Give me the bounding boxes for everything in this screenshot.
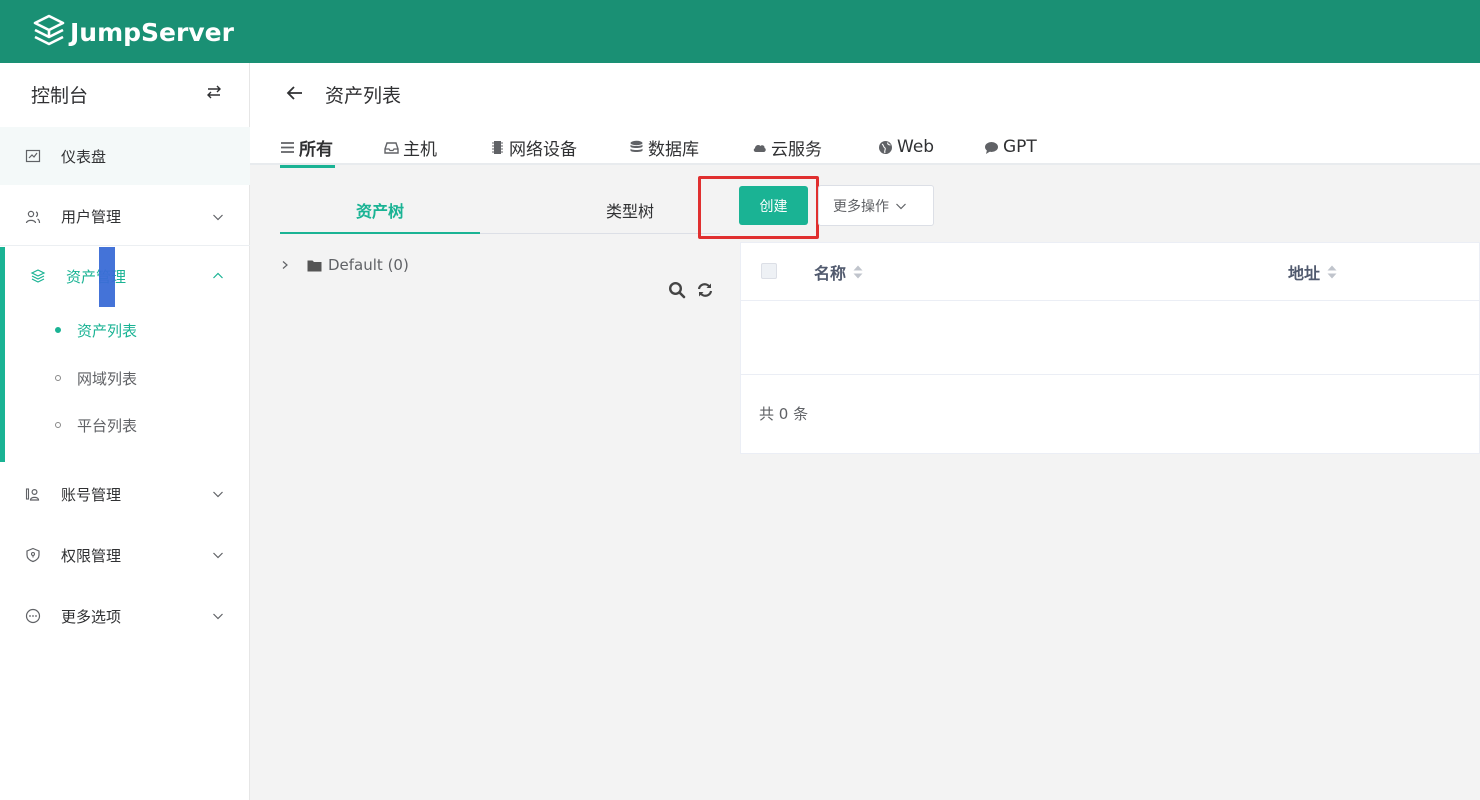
back-arrow-icon[interactable]	[285, 83, 305, 103]
chevron-right-icon[interactable]	[280, 260, 290, 270]
sidebar-subitem-domain-list[interactable]: 网域列表	[5, 355, 250, 401]
sort-icon[interactable]	[852, 264, 864, 280]
sidebar-subitem-label: 资产列表	[77, 321, 138, 340]
network-device-icon	[492, 140, 503, 154]
tree-tabs: 资产树 类型树	[280, 186, 720, 234]
tab-label: 云服务	[771, 139, 822, 160]
tab-label: GPT	[1003, 137, 1037, 157]
sidebar-item-label: 资产管理	[66, 267, 127, 286]
column-header-address[interactable]: 地址	[1288, 260, 1338, 284]
tab-cloud[interactable]: 云服务	[752, 129, 822, 165]
top-bar: JumpServer	[0, 0, 1480, 63]
sidebar-item-assets[interactable]: 资产管理	[0, 247, 250, 307]
jumpserver-logo-icon	[33, 14, 65, 46]
sidebar-subitem-label: 网域列表	[77, 369, 138, 388]
sidebar: 控制台 仪表盘 用户管理 资产管理 资产列表 网域列表 平台列表 账号管理 权限…	[0, 63, 250, 800]
tab-host[interactable]: 主机	[384, 129, 437, 165]
shield-icon	[26, 547, 40, 563]
column-header-label: 地址	[1288, 264, 1321, 283]
sidebar-item-label: 仪表盘	[61, 147, 107, 166]
asset-management-group: 资产管理 资产列表 网域列表 平台列表	[0, 247, 250, 462]
page-title: 资产列表	[325, 85, 402, 107]
tab-all[interactable]: 所有	[280, 129, 333, 165]
table-total-count: 共 0 条	[759, 405, 809, 423]
bullet-icon	[55, 422, 61, 428]
chevron-down-icon	[213, 552, 223, 559]
column-header-name[interactable]: 名称	[814, 260, 864, 284]
cloud-icon	[753, 144, 766, 152]
list-icon	[281, 141, 294, 153]
chevron-up-icon	[213, 272, 223, 279]
bullet-icon	[55, 327, 61, 333]
sidebar-item-users[interactable]: 用户管理	[0, 188, 250, 246]
logo-text: JumpServer	[70, 17, 234, 47]
tab-label: Web	[897, 137, 935, 157]
tab-label: 数据库	[648, 139, 699, 160]
sort-icon[interactable]	[1326, 264, 1338, 280]
chat-icon	[985, 141, 998, 154]
tab-web[interactable]: Web	[878, 129, 934, 165]
refresh-icon[interactable]	[696, 281, 714, 299]
highlight-box	[698, 176, 819, 239]
sidebar-item-label: 账号管理	[61, 485, 122, 504]
search-icon[interactable]	[668, 281, 686, 299]
more-actions-label: 更多操作	[833, 198, 889, 215]
sidebar-item-dashboard[interactable]: 仪表盘	[0, 127, 250, 185]
layers-icon	[30, 269, 46, 283]
table-body-empty	[741, 301, 1480, 375]
tree-node-label: Default (0)	[328, 256, 409, 274]
sidebar-item-permissions[interactable]: 权限管理	[0, 526, 250, 584]
sidebar-subitem-platform-list[interactable]: 平台列表	[5, 402, 250, 448]
asset-table: 名称 地址 共 0 条	[740, 242, 1480, 454]
more-actions-dropdown[interactable]: 更多操作	[818, 185, 934, 226]
text-cursor-marker	[99, 247, 115, 307]
chevron-down-icon	[213, 613, 223, 620]
folder-icon	[307, 260, 322, 271]
sidebar-subitem-label: 平台列表	[77, 416, 138, 435]
active-tab-indicator	[280, 165, 335, 168]
column-header-label: 名称	[814, 264, 847, 283]
console-title: 控制台	[31, 85, 89, 107]
tab-asset-tree[interactable]: 资产树	[280, 186, 480, 234]
page-header: 资产列表 所有 主机 网络设备 数据库 云服务 Web GPT	[250, 63, 1480, 168]
users-icon	[25, 210, 41, 223]
tab-label: 主机	[403, 139, 437, 160]
chevron-down-icon	[213, 214, 223, 220]
sidebar-item-accounts[interactable]: 账号管理	[0, 465, 250, 523]
host-icon	[384, 141, 399, 154]
sidebar-item-label: 用户管理	[61, 208, 122, 226]
chevron-down-icon	[896, 203, 906, 209]
sidebar-item-label: 权限管理	[61, 546, 122, 565]
database-icon	[630, 140, 643, 152]
tab-label: 网络设备	[509, 139, 577, 160]
tab-label: 所有	[299, 139, 333, 160]
select-all-checkbox[interactable]	[761, 263, 777, 279]
tab-network-device[interactable]: 网络设备	[490, 129, 577, 165]
sidebar-subitem-asset-list[interactable]: 资产列表	[5, 307, 250, 353]
switch-icon[interactable]	[206, 84, 222, 100]
bullet-icon	[55, 375, 61, 381]
sidebar-item-more[interactable]: 更多选项	[0, 587, 250, 645]
globe-icon	[879, 140, 892, 154]
chevron-down-icon	[213, 491, 223, 498]
table-header: 名称 地址	[741, 243, 1480, 301]
tab-gpt[interactable]: GPT	[984, 129, 1037, 165]
more-icon	[25, 608, 41, 624]
logo[interactable]: JumpServer	[32, 14, 234, 50]
tab-database[interactable]: 数据库	[629, 129, 699, 165]
dashboard-icon	[25, 149, 41, 163]
sidebar-item-label: 更多选项	[61, 607, 122, 626]
active-tree-tab-indicator	[280, 232, 480, 234]
account-icon	[25, 488, 40, 501]
